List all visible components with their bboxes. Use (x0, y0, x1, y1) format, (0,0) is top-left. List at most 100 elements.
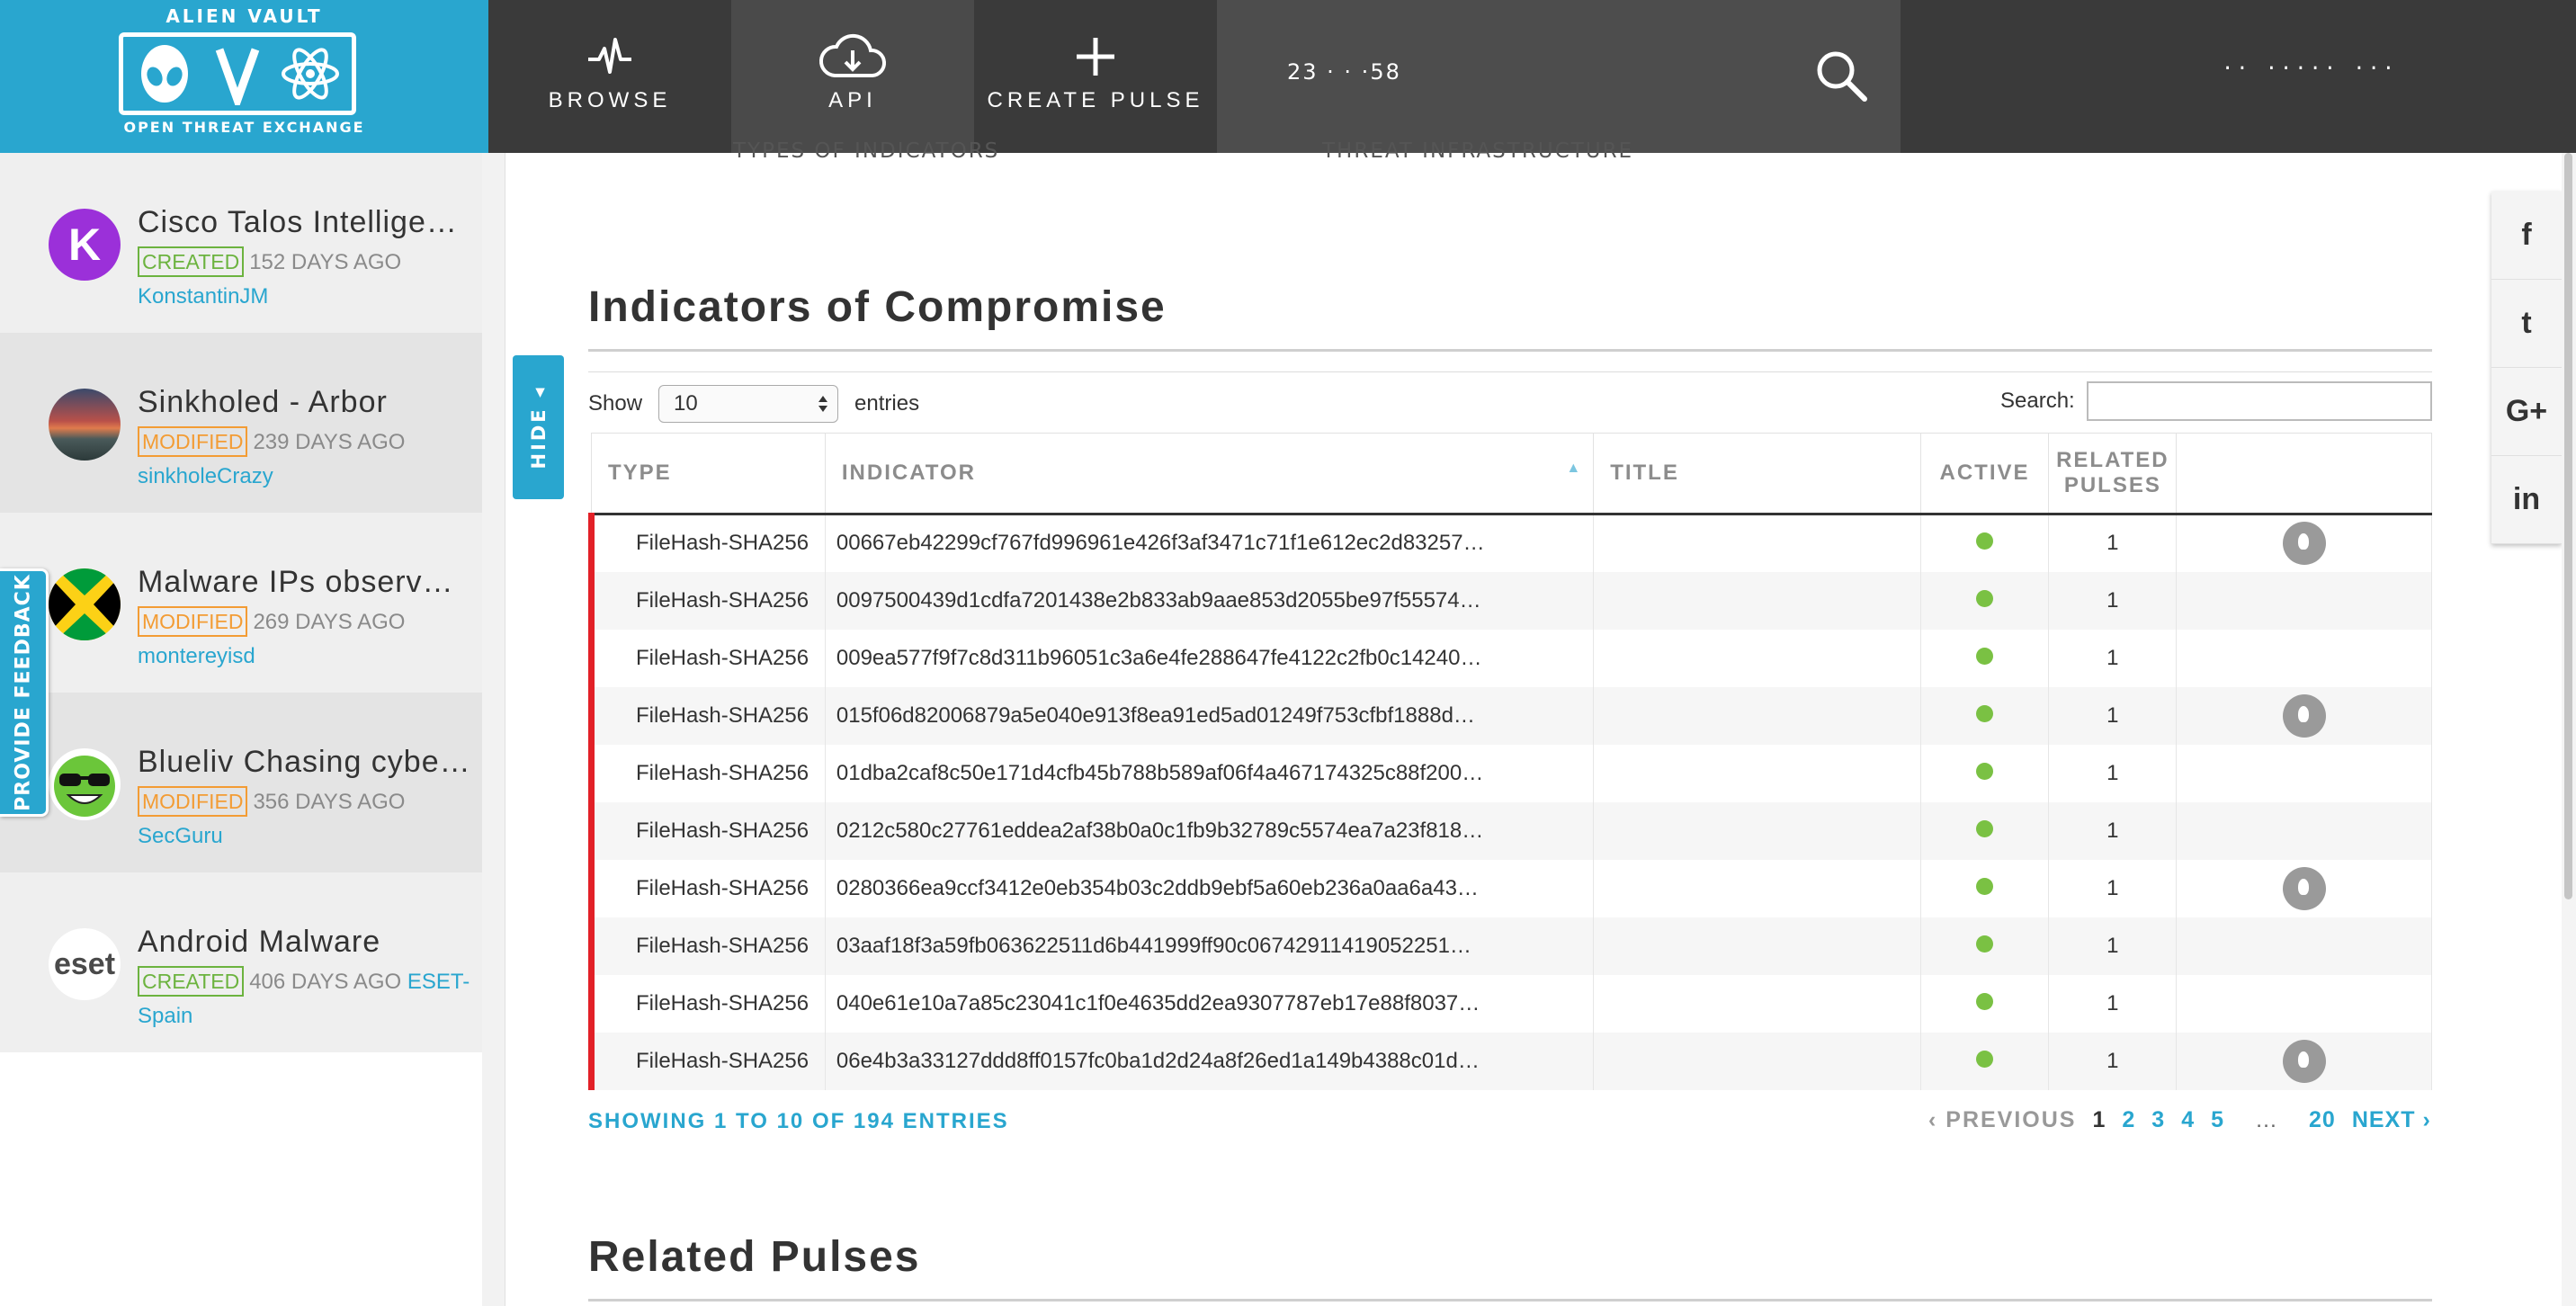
nav-api-button[interactable]: API (731, 0, 974, 153)
logo-brand-bottom: OPEN THREAT EXCHANGE (123, 119, 365, 136)
pulse-line-icon (588, 38, 631, 74)
pagination-page[interactable]: 2 (2122, 1107, 2135, 1133)
pulse-title[interactable]: Blueliv Chasing cyber… (138, 745, 470, 780)
pulse-author-link[interactable]: Spain (138, 1004, 192, 1029)
pagination-next[interactable]: NEXT › (2352, 1107, 2431, 1133)
facebook-icon[interactable]: f (2491, 192, 2562, 280)
pulse-title[interactable]: Malware IPs observe… (138, 565, 470, 600)
indicator-value[interactable]: 009ea577f9f7c8d311b96051c3a6e4fe288647fe… (824, 629, 1595, 687)
related-pulses-count: 1 (2048, 629, 2178, 687)
table-search-input[interactable] (2087, 381, 2432, 421)
indicator-value[interactable]: 06e4b3a33127ddd8ff0157fc0ba1d2d24a8f26ed… (824, 1032, 1595, 1090)
pulse-title[interactable]: Android Malware (138, 925, 470, 960)
nav-browse-button[interactable]: BROWSE (488, 0, 731, 153)
table-row[interactable]: FileHash-SHA256 015f06d82006879a5e040e913… (588, 686, 2432, 745)
pulse-meta: MODIFIED 269 DAYS AGO (138, 606, 405, 637)
status-badge: CREATED (138, 966, 245, 997)
table-row[interactable]: FileHash-SHA256 0097500439d1cdfa7201438e2… (588, 571, 2432, 630)
cloud-download-icon (819, 33, 887, 77)
pulse-detail-icon[interactable] (2282, 866, 2326, 910)
nav-create-pulse-button[interactable]: CREATE PULSE (974, 0, 1217, 153)
entries-label: entries (854, 391, 920, 416)
pagination-previous[interactable]: ‹ PREVIOUS (1928, 1107, 2076, 1133)
pagination-page[interactable]: 3 (2151, 1107, 2165, 1133)
indicator-value[interactable]: 0212c580c27761eddea2af38b0a0c1fb9b32789c… (824, 801, 1595, 860)
sort-asc-icon: ▲ (1566, 461, 1583, 476)
scrollbar-thumb[interactable] (2564, 153, 2572, 899)
pulse-author-link[interactable]: ESET- (407, 970, 470, 994)
pagination-page[interactable]: 4 (2181, 1107, 2195, 1133)
column-header-actions (2176, 433, 2432, 515)
column-header-title[interactable]: TITLE (1593, 433, 1921, 515)
feedback-label: PROVIDE FEEDBACK (12, 574, 34, 811)
pulse-meta: MODIFIED 239 DAYS AGO (138, 426, 405, 457)
global-search-field[interactable]: 23 · · ·58 (1217, 0, 1901, 153)
indicator-value[interactable]: 040e61e10a7a85c23041c1f0e4635dd2ea930778… (824, 974, 1595, 1033)
column-header-related-pulses[interactable]: RELATED PULSES (2048, 433, 2178, 515)
pulse-age: 152 DAYS AGO (249, 250, 402, 274)
indicator-value[interactable]: 0097500439d1cdfa7201438e2b833ab9aae853d2… (824, 571, 1595, 630)
otx-logo[interactable]: ALIEN VAULT OPEN THREAT EXCHANGE (0, 0, 488, 153)
pulse-author-link[interactable]: SecGuru (138, 824, 223, 849)
pagination-page[interactable]: 5 (2211, 1107, 2224, 1133)
divider (588, 1299, 2432, 1302)
pulse-card[interactable]: Sinkholed - Arbor MODIFIED 239 DAYS AGO s… (0, 333, 482, 513)
indicator-title (1593, 1032, 1921, 1090)
table-row[interactable]: FileHash-SHA256 009ea577f9f7c8d311b96051c… (588, 629, 2432, 687)
indicator-value[interactable]: 00667eb42299cf767fd996961e426f3af3471c71… (824, 514, 1595, 572)
related-pulses-count: 1 (2048, 1032, 2178, 1090)
pulse-author-link[interactable]: sinkholeCrazy (138, 464, 273, 489)
pulse-detail-icon[interactable] (2282, 522, 2326, 566)
divider (588, 371, 2432, 372)
pulse-age: 406 DAYS AGO (249, 970, 402, 994)
pulse-card[interactable]: Malware IPs observe… MODIFIED 269 DAYS AG… (0, 513, 482, 693)
table-row[interactable]: FileHash-SHA256 040e61e10a7a85c23041c1f0e… (588, 974, 2432, 1033)
sidebar-divider (482, 153, 505, 1306)
column-header-active[interactable]: ACTIVE (1919, 433, 2050, 515)
user-menu[interactable]: ·· ····· ··· (2222, 58, 2397, 80)
related-pulses-count: 1 (2048, 859, 2178, 917)
twitter-icon[interactable]: t (2491, 280, 2562, 368)
status-badge: CREATED (138, 246, 245, 277)
table-row[interactable]: FileHash-SHA256 0280366ea9ccf3412e0eb354b… (588, 859, 2432, 917)
table-row[interactable]: FileHash-SHA256 0212c580c27761eddea2af38b… (588, 801, 2432, 860)
pulse-title[interactable]: Sinkholed - Arbor (138, 385, 470, 420)
entries-per-page-select[interactable]: 10 (658, 385, 839, 423)
indicator-value[interactable]: 03aaf18f3a59fb063622511d6b441999ff90c067… (824, 917, 1595, 975)
linkedin-icon[interactable]: in (2491, 456, 2562, 544)
indicator-value[interactable]: 0280366ea9ccf3412e0eb354b03c2ddb9ebf5a60… (824, 859, 1595, 917)
pulse-detail-icon[interactable] (2282, 1039, 2326, 1083)
provide-feedback-tab[interactable]: PROVIDE FEEDBACK (0, 568, 49, 817)
pulse-author-link[interactable]: montereyisd (138, 644, 255, 669)
active-status-dot (1976, 935, 1994, 953)
search-icon[interactable] (1811, 45, 1874, 108)
status-badge: MODIFIED (138, 606, 248, 637)
column-header-indicator[interactable]: INDICATOR ▲ (824, 433, 1595, 515)
pulse-author-link[interactable]: KonstantinJM (138, 284, 268, 309)
pulse-detail-icon[interactable] (2282, 693, 2326, 738)
pulse-card[interactable]: eset Android Malware CREATED 406 DAYS AGO… (0, 872, 482, 1052)
table-row[interactable]: FileHash-SHA256 01dba2caf8c50e171d4cfb45b… (588, 744, 2432, 802)
pagination-page[interactable]: 1 (2092, 1107, 2106, 1133)
hide-sidebar-label: HIDE ◂ (527, 385, 550, 470)
pulse-card[interactable]: K Cisco Talos Intelligen… CREATED 152 DAY… (0, 153, 482, 333)
table-row[interactable]: FileHash-SHA256 00667eb42299cf767fd996961… (588, 514, 2432, 572)
indicator-title (1593, 801, 1921, 860)
pulse-card[interactable]: Blueliv Chasing cyber… MODIFIED 356 DAYS … (0, 693, 482, 872)
entries-per-page-value: 10 (674, 391, 698, 416)
hide-sidebar-tab[interactable]: HIDE ◂ (513, 355, 564, 499)
indicator-value[interactable]: 01dba2caf8c50e171d4cfb45b788b589af06f4a4… (824, 744, 1595, 802)
recent-pulses-sidebar: K Cisco Talos Intelligen… CREATED 152 DAY… (0, 153, 482, 1306)
pagination-page[interactable]: 20 (2309, 1107, 2336, 1133)
related-pulses-heading: Related Pulses (588, 1233, 921, 1281)
page-scrollbar[interactable] (2562, 153, 2576, 1306)
avatar: eset (49, 928, 121, 1000)
indicator-value[interactable]: 015f06d82006879a5e040e913f8ea91ed5ad0124… (824, 686, 1595, 745)
pulse-title[interactable]: Cisco Talos Intelligen… (138, 205, 470, 240)
table-row[interactable]: FileHash-SHA256 06e4b3a33127ddd8ff0157fc0… (588, 1032, 2432, 1090)
column-header-type[interactable]: TYPE (591, 433, 826, 515)
active-status-dot (1976, 877, 1994, 895)
logo-mark (119, 32, 356, 115)
google-plus-icon[interactable]: G+ (2491, 368, 2562, 456)
table-row[interactable]: FileHash-SHA256 03aaf18f3a59fb063622511d6… (588, 917, 2432, 975)
